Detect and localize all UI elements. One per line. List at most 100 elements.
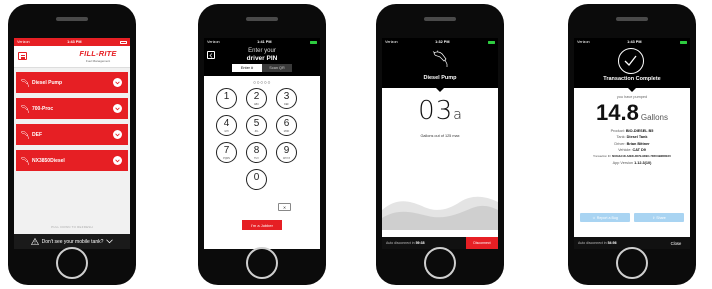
tank-item[interactable]: 700-Proc (16, 98, 128, 119)
app-header: FILL-RITE Fuel Management (14, 46, 130, 68)
key-digit: 0 (253, 172, 260, 183)
fuel-nozzle-icon (20, 78, 29, 87)
delete-icon: ✕ (282, 204, 287, 210)
transaction-details: Product: BIO-DIESEL B5 Tank: Diesel Tank D… (574, 128, 690, 166)
close-button[interactable]: Close (662, 241, 690, 246)
detail-row: App Version 1.12.3(10) (574, 160, 690, 166)
auto-disconnect-text: Auto disconnect in 54:56 (574, 241, 662, 245)
key-digit: 7 (223, 145, 230, 156)
detail-value: 6C8A4A1D-A3ED-4D7E-9DEC-7DFC9B2DDE15 (611, 154, 671, 158)
chevron-down-icon[interactable] (113, 104, 122, 113)
tank-item-label: DEF (32, 131, 42, 138)
tank-item-label: NX3850Diesel (32, 157, 65, 164)
tank-item-label: Diesel Pump (32, 79, 63, 86)
detail-label: Tank: (616, 135, 626, 140)
detail-label: Vehicle: (618, 148, 632, 153)
screen-tank-list: Verizon 1:43 PM FILL-RITE Fuel Managemen… (14, 38, 130, 249)
detail-value: 1.12.3(10) (634, 160, 652, 165)
key-letters: MNO (283, 130, 290, 133)
keypad-key-9[interactable]: 9 WXYZ (276, 142, 297, 163)
pin-title-line2: driver PIN (246, 55, 278, 62)
key-digit: 4 (223, 118, 230, 129)
keypad-key-7[interactable]: 7 PQRS (216, 142, 237, 163)
fuel-nozzle-icon (20, 156, 29, 165)
tab-scan-qr[interactable]: Scan QR (262, 64, 292, 72)
detail-label: App Version (612, 160, 634, 165)
carrier-label: Verizon (385, 40, 398, 44)
gallon-readout: 03a (382, 96, 498, 126)
detail-value: Brian Bittner (626, 141, 650, 146)
header-pointer (628, 88, 636, 92)
keypad-key-2[interactable]: 2 ABC (246, 88, 267, 109)
auto-disconnect-label: Auto disconnect in (386, 241, 415, 245)
key-digit: 3 (283, 91, 290, 102)
detail-value: CAT D9 (632, 148, 646, 153)
fill-rite-logo: FILL-RITE Fuel Management (74, 50, 122, 64)
pumped-amount: 14.8 Gallons (574, 100, 690, 126)
home-button[interactable] (616, 247, 648, 279)
auto-disconnect-time: 54:56 (607, 241, 617, 245)
carrier-label: Verizon (577, 40, 590, 44)
key-digit: 5 (253, 118, 260, 129)
tank-item[interactable]: Diesel Pump (16, 72, 128, 93)
pin-dots: ○○○○○ (252, 80, 272, 86)
phone-transaction-complete: Verizon 1:43 PM Transaction Complete you… (568, 4, 696, 285)
key-digit: 2 (253, 91, 260, 102)
home-button[interactable] (246, 247, 278, 279)
key-letters: PQRS (223, 157, 230, 160)
keypad-key-0[interactable]: 0 (246, 169, 267, 190)
disconnect-button[interactable]: Disconnect (466, 237, 498, 249)
battery-icon (119, 40, 127, 44)
warning-icon (30, 238, 39, 245)
auto-disconnect-time: 59:38 (415, 241, 425, 245)
key-digit: 9 (283, 145, 290, 156)
speaker (56, 17, 88, 21)
chevron-down-icon[interactable] (113, 130, 122, 139)
logo-tagline: Fuel Management (85, 59, 111, 63)
key-letters: JKL (254, 130, 259, 133)
speaker (424, 17, 456, 21)
complete-header: Transaction Complete (574, 46, 690, 92)
keypad-key-3[interactable]: 3 DEF (276, 88, 297, 109)
pumped-label: you have pumped (616, 95, 648, 99)
keypad-key-4[interactable]: 4 GHI (216, 115, 237, 136)
chevron-down-icon[interactable] (113, 78, 122, 87)
keypad-key-8[interactable]: 8 TUV (246, 142, 267, 163)
key-digit: 8 (253, 145, 260, 156)
pump-header: Diesel Pump (382, 46, 498, 92)
delete-key[interactable]: ✕ (278, 203, 291, 211)
detail-value: Diesel Tank (626, 135, 648, 140)
home-button[interactable] (56, 247, 88, 279)
screen-transaction-complete: Verizon 1:43 PM Transaction Complete you… (574, 38, 690, 249)
entry-mode-toggle: Enter # Scan QR (232, 64, 292, 72)
chevron-down-icon[interactable] (113, 156, 122, 165)
key-letters: TUV (254, 157, 259, 160)
share-button[interactable]: ⇪ Share (634, 213, 684, 222)
hamburger-icon[interactable] (18, 52, 27, 60)
home-button[interactable] (424, 247, 456, 279)
fuel-nozzle-icon (432, 50, 448, 67)
action-buttons: ☺ Report a Bug ⇪ Share (580, 213, 684, 222)
gallon-readout-fraction: a (453, 107, 462, 123)
jobber-button[interactable]: I'm a Jobber (242, 220, 282, 230)
keypad-key-5[interactable]: 5 JKL (246, 115, 267, 136)
status-bar: Verizon 1:32 PM (382, 38, 498, 46)
keypad-key-1[interactable]: 1 (216, 88, 237, 109)
gallons-max-label: Gallons out of 125 max (420, 134, 460, 138)
report-bug-button[interactable]: ☺ Report a Bug (580, 213, 630, 222)
detail-label: Product: (610, 129, 625, 133)
speaker (246, 17, 278, 21)
speaker (616, 17, 648, 21)
battery-icon (309, 40, 317, 44)
battery-icon (487, 40, 495, 44)
tank-item[interactable]: NX3850Diesel (16, 150, 128, 171)
chevron-down-icon (106, 239, 114, 244)
tab-enter-number[interactable]: Enter # (232, 64, 262, 72)
report-bug-label: Report a Bug (596, 215, 618, 220)
keypad-key-6[interactable]: 6 MNO (276, 115, 297, 136)
status-time: 1:41 PM (257, 40, 272, 44)
tank-item[interactable]: DEF (16, 124, 128, 145)
missing-tank-text: Don't see your mobile tank? (41, 238, 104, 245)
key-digit: 6 (283, 118, 290, 129)
carrier-label: Verizon (17, 40, 30, 44)
